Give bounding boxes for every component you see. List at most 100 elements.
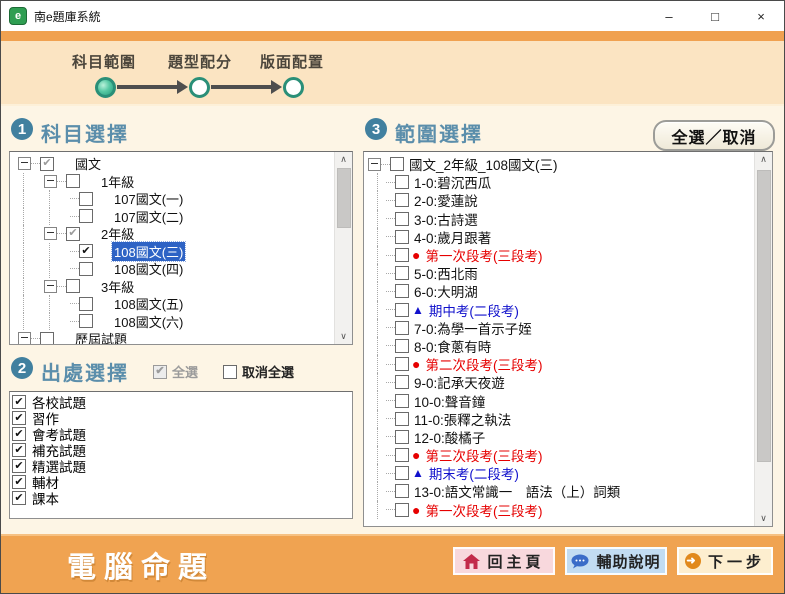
tree-label[interactable]: 國文 [73, 154, 103, 173]
tree-checkbox[interactable] [66, 174, 80, 188]
source-checkbox[interactable] [12, 459, 26, 473]
source-checkbox[interactable] [12, 411, 26, 425]
range-tree-item[interactable]: 7-0:為學一首示子姪 [364, 319, 755, 337]
tree-checkbox[interactable] [395, 193, 409, 207]
scroll-up-icon[interactable]: ∧ [755, 152, 772, 167]
tree-checkbox[interactable] [395, 466, 409, 480]
tree-checkbox[interactable] [395, 284, 409, 298]
step-circle-2[interactable] [189, 77, 210, 98]
tree-checkbox[interactable] [395, 412, 409, 426]
range-tree-item[interactable]: 13-0:語文常識一 語法（上）詞類 [364, 482, 755, 500]
tree-label[interactable]: 12-0:酸橘子 [412, 427, 487, 447]
tree-label[interactable]: 2年級 [99, 224, 136, 243]
range-tree-item[interactable]: ▲期末考(二段考) [364, 464, 755, 482]
range-tree-item[interactable]: 9-0:記承天夜遊 [364, 373, 755, 391]
tree-label[interactable]: 第一次段考(三段考) [423, 245, 544, 265]
tree-label[interactable]: 第三次段考(三段考) [423, 445, 544, 465]
tree-label[interactable]: 108國文(三) [112, 242, 185, 261]
minimize-button[interactable]: – [646, 1, 692, 31]
tree-label[interactable]: 5-0:西北雨 [412, 263, 480, 283]
range-tree-item[interactable]: 6-0:大明湖 [364, 282, 755, 300]
range-tree-item[interactable]: 1-0:碧沉西瓜 [364, 173, 755, 191]
step-circle-active[interactable] [95, 77, 116, 98]
tree-checkbox[interactable] [66, 227, 80, 241]
tree-checkbox[interactable] [79, 244, 93, 258]
source-list-item[interactable]: 課本 [12, 490, 350, 506]
scroll-down-icon[interactable]: ∨ [335, 329, 352, 344]
next-button[interactable]: ➜ 下一步 [677, 547, 773, 575]
subject-tree-item[interactable]: 3年級 [10, 278, 335, 296]
collapse-icon[interactable] [18, 157, 31, 170]
select-all-checkbox[interactable]: 全選 [153, 362, 198, 381]
deselect-all-checkbox[interactable]: 取消全選 [223, 362, 294, 381]
help-button[interactable]: 輔助說明 [565, 547, 667, 575]
tree-label[interactable]: 第二次段考(三段考) [423, 354, 544, 374]
tree-label[interactable]: 108國文(五) [112, 294, 185, 313]
checkbox-icon[interactable] [153, 365, 167, 379]
tree-checkbox[interactable] [79, 192, 93, 206]
tree-checkbox[interactable] [395, 321, 409, 335]
tree-label[interactable]: 期中考(二段考) [427, 300, 521, 320]
tree-checkbox[interactable] [395, 303, 409, 317]
collapse-icon[interactable] [44, 175, 57, 188]
tree-label[interactable]: 第一次段考(三段考) [423, 500, 544, 520]
tree-checkbox[interactable] [390, 157, 404, 171]
range-tree-scrollbar[interactable]: ∧ ∨ [754, 152, 772, 526]
range-tree-item[interactable]: 5-0:西北雨 [364, 264, 755, 282]
collapse-icon[interactable] [18, 332, 31, 345]
range-tree-item[interactable]: 10-0:聲音鐘 [364, 391, 755, 409]
tree-label[interactable]: 3-0:古詩選 [412, 209, 480, 229]
tree-label[interactable]: 107國文(二) [112, 207, 185, 226]
tree-label[interactable]: 歷屆試題 [73, 329, 129, 345]
tree-checkbox[interactable] [79, 297, 93, 311]
step-circle-3[interactable] [283, 77, 304, 98]
tree-label[interactable]: 國文_2年級_108國文(三) [407, 154, 560, 174]
source-checkbox[interactable] [12, 475, 26, 489]
source-checkbox[interactable] [12, 395, 26, 409]
toggle-select-all-button[interactable]: 全選／取消 [653, 120, 775, 151]
tree-checkbox[interactable] [395, 394, 409, 408]
tree-checkbox[interactable] [40, 332, 54, 345]
maximize-button[interactable]: □ [692, 1, 738, 31]
tree-label[interactable]: 6-0:大明湖 [412, 281, 480, 301]
tree-label[interactable]: 11-0:張釋之執法 [412, 409, 513, 429]
range-tree-item[interactable]: 8-0:食蔥有時 [364, 337, 755, 355]
tree-checkbox[interactable] [66, 279, 80, 293]
subject-tree-item[interactable]: 108國文(五) [10, 295, 335, 313]
range-tree-item[interactable]: ●第一次段考(三段考) [364, 501, 755, 519]
tree-checkbox[interactable] [395, 248, 409, 262]
source-checkbox[interactable] [12, 443, 26, 457]
tree-label[interactable]: 3年級 [99, 277, 136, 296]
tree-checkbox[interactable] [395, 339, 409, 353]
tree-checkbox[interactable] [395, 448, 409, 462]
subject-tree-item[interactable]: 歷屆試題 [10, 330, 335, 345]
tree-label[interactable]: 107國文(一) [112, 189, 185, 208]
tree-checkbox[interactable] [79, 209, 93, 223]
tree-label[interactable]: 108國文(六) [112, 312, 185, 331]
scroll-down-icon[interactable]: ∨ [755, 511, 772, 526]
range-tree-item[interactable]: ●第二次段考(三段考) [364, 355, 755, 373]
range-tree-item[interactable]: ●第三次段考(三段考) [364, 446, 755, 464]
range-tree-item[interactable]: 11-0:張釋之執法 [364, 410, 755, 428]
scrollbar-thumb[interactable] [337, 168, 351, 228]
tree-label[interactable]: 8-0:食蔥有時 [412, 336, 493, 356]
range-tree-root[interactable]: 國文_2年級_108國文(三) [364, 155, 755, 173]
subject-tree-item[interactable]: 108國文(四) [10, 260, 335, 278]
tree-label[interactable]: 期末考(二段考) [427, 463, 521, 483]
collapse-icon[interactable] [44, 227, 57, 240]
range-tree-item[interactable]: 2-0:愛蓮說 [364, 191, 755, 209]
tree-checkbox[interactable] [40, 157, 54, 171]
tree-label[interactable]: 9-0:記承天夜遊 [412, 372, 507, 392]
checkbox-icon[interactable] [223, 365, 237, 379]
range-tree-item[interactable]: 4-0:歲月跟著 [364, 228, 755, 246]
range-tree-item[interactable]: 12-0:酸橘子 [364, 428, 755, 446]
source-checkbox[interactable] [12, 491, 26, 505]
close-button[interactable]: × [738, 1, 784, 31]
source-list-item[interactable]: 各校試題 [12, 394, 350, 410]
tree-checkbox[interactable] [395, 266, 409, 280]
tree-checkbox[interactable] [395, 484, 409, 498]
tree-label[interactable]: 10-0:聲音鐘 [412, 391, 487, 411]
tree-label[interactable]: 13-0:語文常識一 語法（上）詞類 [412, 481, 622, 501]
subject-tree-item[interactable]: 國文 [10, 155, 335, 173]
range-tree-item[interactable]: 3-0:古詩選 [364, 210, 755, 228]
